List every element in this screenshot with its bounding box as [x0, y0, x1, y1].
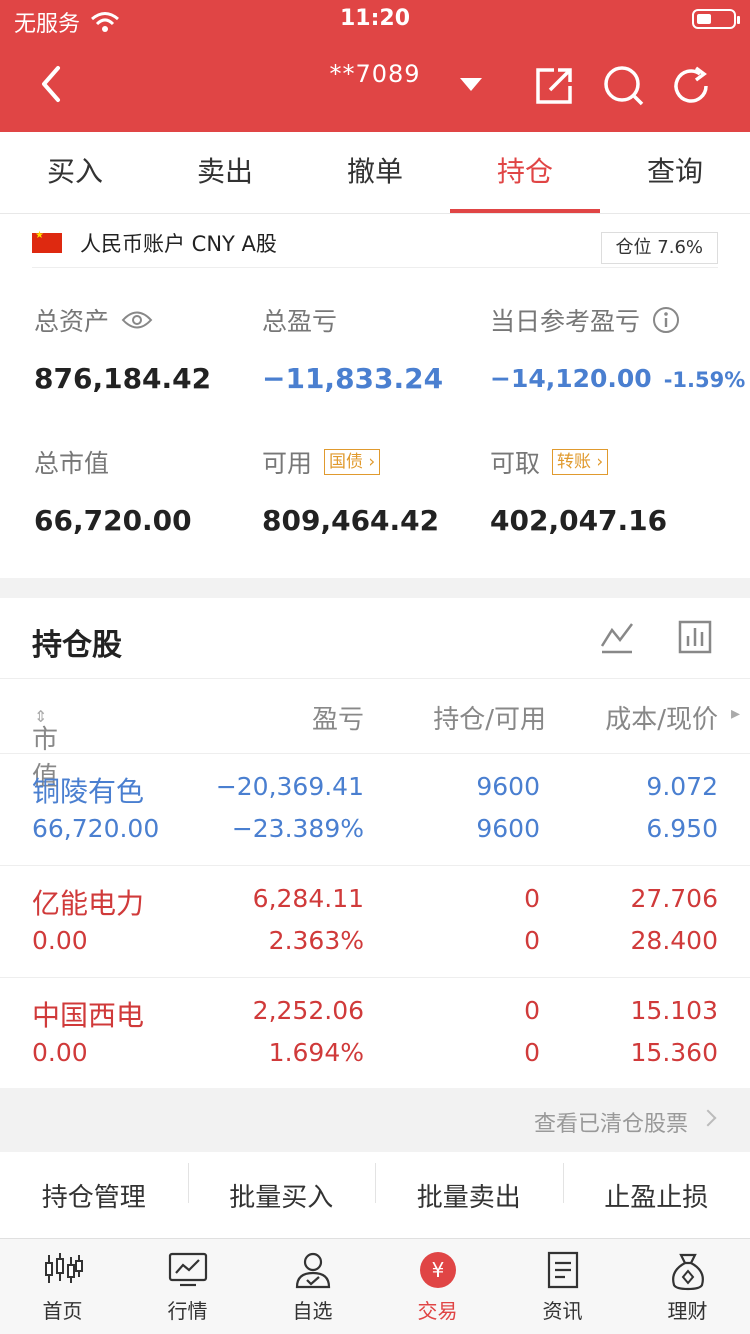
table-row[interactable]: 亿能电力 0.00 6,284.11 2.363% 0 0 27.706 28.…: [0, 866, 750, 978]
tab-query[interactable]: 查询: [600, 132, 750, 213]
search-icon[interactable]: [602, 64, 646, 108]
stock-available: 9600: [476, 814, 540, 843]
col-cost-price: 成本/现价: [605, 705, 718, 735]
divider: [32, 267, 718, 268]
col-pl: 盈亏: [311, 705, 364, 735]
tab-sell[interactable]: 卖出: [150, 132, 300, 213]
stock-pl-percent: 2.363%: [268, 926, 364, 955]
chevron-right-icon: [699, 1109, 717, 1127]
chart-icon: [168, 1252, 207, 1287]
available-label: 可用: [262, 449, 313, 478]
nav-bar: **7089: [0, 52, 750, 122]
chevron-right-icon[interactable]: ▸: [731, 703, 740, 724]
stock-position: 9600: [476, 772, 540, 801]
tab-cancel[interactable]: 撤单: [300, 132, 450, 213]
stock-pl: −20,369.41: [215, 772, 364, 801]
tabbar-home[interactable]: 首页: [0, 1239, 125, 1334]
col-market-value[interactable]: 市值 ⇕: [32, 699, 58, 792]
cleared-stocks-link[interactable]: 查看已清仓股票: [0, 1088, 750, 1152]
cn-flag-icon: [32, 230, 62, 253]
daily-pl-label: 当日参考盈亏: [490, 307, 641, 336]
account-type-label: 人民币账户 CNY A股: [80, 232, 277, 256]
total-pl-value: −11,833.24: [262, 362, 444, 395]
holdings-header: 市值 ⇕ 盈亏 持仓/可用 成本/现价 ▸: [0, 678, 750, 792]
tabbar-market[interactable]: 行情: [125, 1239, 250, 1334]
user-check-icon: [295, 1252, 330, 1289]
tabbar-watchlist[interactable]: 自选: [250, 1239, 375, 1334]
header: 无服务 11:20 **7089: [0, 0, 750, 132]
stock-cost: 9.072: [646, 772, 718, 801]
batch-sell-button[interactable]: 批量卖出: [375, 1162, 563, 1214]
tab-positions[interactable]: 持仓: [450, 132, 600, 213]
account-summary: 人民币账户 CNY A股 仓位 7.6% 总资产 876,184.42 总盈亏 …: [0, 214, 750, 578]
stock-name: 中国西电: [32, 999, 145, 1032]
stock-pl: 6,284.11: [252, 884, 364, 913]
account-line: 人民币账户 CNY A股: [32, 228, 277, 258]
withdrawable-value: 402,047.16: [490, 504, 668, 537]
total-assets-label: 总资产: [34, 307, 110, 336]
position-ratio-badge: 仓位 7.6%: [600, 232, 718, 264]
battery-icon: [692, 9, 740, 29]
total-pl-label: 总盈亏: [262, 307, 338, 336]
action-bar: 持仓管理 批量买入 批量卖出 止盈止损: [0, 1152, 750, 1238]
market-value: 66,720.00: [34, 504, 192, 537]
stock-market-value: 0.00: [32, 1038, 88, 1067]
batch-buy-button[interactable]: 批量买入: [187, 1162, 376, 1214]
refresh-icon[interactable]: [670, 64, 714, 108]
trade-tabs: 买入 卖出 撤单 持仓 查询: [0, 132, 750, 214]
daily-pl-value: −14,120.00: [490, 364, 652, 393]
stock-cost: 27.706: [630, 884, 718, 913]
svg-text:¥: ¥: [431, 1258, 444, 1282]
stop-profit-loss-button[interactable]: 止盈止损: [562, 1162, 750, 1214]
candlestick-icon: [44, 1253, 83, 1283]
tab-buy[interactable]: 买入: [0, 132, 150, 213]
stock-market-value: 0.00: [32, 926, 88, 955]
stock-market-value: 66,720.00: [32, 814, 160, 843]
withdrawable-label: 可取: [490, 449, 541, 478]
holdings-title: 持仓股: [32, 628, 122, 663]
transfer-button[interactable]: 转账 ›: [552, 449, 609, 475]
money-bag-icon: [671, 1253, 704, 1291]
table-row[interactable]: 中国西电 0.00 2,252.06 1.694% 0 0 15.103 15.…: [0, 978, 750, 1090]
stock-name: 铜陵有色: [32, 775, 145, 808]
stock-price: 28.400: [630, 926, 718, 955]
info-icon[interactable]: [652, 306, 680, 334]
eye-icon[interactable]: [121, 309, 153, 331]
stock-price: 15.360: [630, 1038, 718, 1067]
stock-pl-percent: 1.694%: [268, 1038, 364, 1067]
col-position: 持仓/可用: [433, 705, 546, 735]
stock-cost: 15.103: [630, 996, 718, 1025]
line-chart-icon[interactable]: [600, 620, 634, 654]
tabbar-news[interactable]: 资讯: [500, 1239, 625, 1334]
trading-screen: 无服务 11:20 **7089 买入 卖出 撤单 持仓 查询 ★ 人民币账户 …: [0, 0, 750, 1334]
holdings-panel: 持仓股 市值 ⇕ 盈亏 持仓/可用 成本/现价 ▸ 铜陵有色 66,720.00 …: [0, 598, 750, 1088]
bottom-tab-bar: 首页 行情 自选 ¥ 交易 资讯 理财: [0, 1238, 750, 1334]
market-value-label: 总市值: [34, 449, 110, 478]
share-icon[interactable]: [532, 64, 576, 108]
tabbar-trade[interactable]: ¥ 交易: [375, 1239, 500, 1334]
stock-price: 6.950: [646, 814, 718, 843]
total-assets-value: 876,184.42: [34, 362, 212, 395]
available-value: 809,464.42: [262, 504, 440, 537]
stock-available: 0: [524, 926, 540, 955]
status-bar: 无服务 11:20: [0, 0, 750, 40]
yuan-icon: ¥: [419, 1252, 456, 1288]
status-time: 11:20: [339, 6, 411, 31]
bar-chart-icon[interactable]: [678, 620, 712, 654]
stock-pl: 2,252.06: [252, 996, 364, 1025]
document-icon: [547, 1251, 578, 1289]
stock-pl-percent: −23.389%: [231, 814, 364, 843]
daily-pl-percent: -1.59%: [663, 368, 746, 392]
stock-position: 0: [524, 884, 540, 913]
table-row[interactable]: 铜陵有色 66,720.00 −20,369.41 −23.389% 9600 …: [0, 754, 750, 866]
account-dropdown-icon[interactable]: [460, 78, 482, 91]
stock-available: 0: [524, 1038, 540, 1067]
stock-position: 0: [524, 996, 540, 1025]
treasury-bond-button[interactable]: 国债 ›: [324, 449, 381, 475]
position-manage-button[interactable]: 持仓管理: [0, 1177, 188, 1214]
tabbar-wealth[interactable]: 理财: [625, 1239, 750, 1334]
stock-name: 亿能电力: [32, 887, 145, 920]
